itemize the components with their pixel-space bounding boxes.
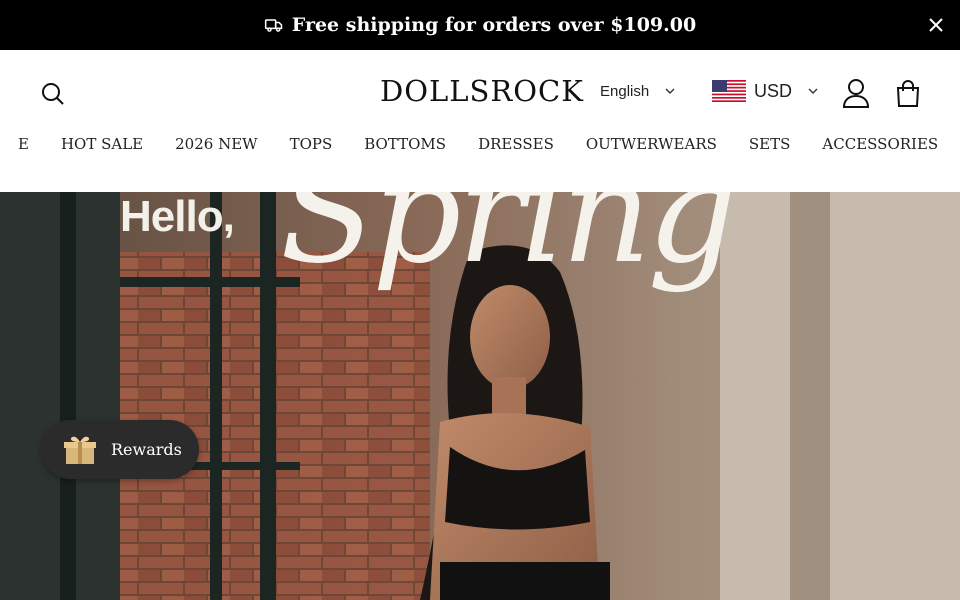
site-header: DOLLSROCK English USD [0, 50, 960, 134]
nav-track: E HOT SALE 2026 NEW TOPS BOTTOMS DRESSES… [18, 134, 960, 154]
nav-item-dresses[interactable]: DRESSES [478, 134, 554, 154]
currency-selector[interactable]: USD [712, 80, 818, 102]
search-icon[interactable] [40, 81, 66, 107]
hero-hello-text: Hello, [120, 192, 235, 241]
language-selector[interactable]: English [600, 83, 675, 100]
nav-item-sets[interactable]: SETS [749, 134, 791, 154]
announcement-text: Free shipping for orders over $109.00 [291, 14, 697, 36]
gift-box-icon [64, 436, 96, 464]
nav-item-bottoms[interactable]: BOTTOMS [364, 134, 446, 154]
currency-label: USD [754, 80, 793, 101]
nav-item[interactable]: E [18, 134, 29, 154]
hero-spring-text: Spring [280, 192, 737, 295]
nav-item-outerwear[interactable]: OUTWERWEARS [586, 134, 717, 154]
rewards-label: Rewards [111, 440, 182, 459]
rewards-button[interactable]: Rewards [41, 420, 199, 479]
us-flag-icon [712, 80, 746, 102]
chevron-down-icon [808, 88, 818, 94]
nav-item-hot-sale[interactable]: HOT SALE [61, 134, 143, 154]
announcement-bar: Free shipping for orders over $109.00 [0, 0, 960, 50]
truck-icon [264, 19, 283, 32]
account-icon[interactable] [842, 78, 870, 108]
brand-logo[interactable]: DOLLSROCK [380, 74, 584, 108]
language-label: English [600, 83, 650, 100]
hero-banner[interactable]: Hello, Spring [0, 192, 960, 600]
main-navigation: E HOT SALE 2026 NEW TOPS BOTTOMS DRESSES… [0, 134, 960, 192]
nav-item-tops[interactable]: TOPS [290, 134, 333, 154]
chevron-down-icon [665, 88, 675, 94]
nav-item-2026-new[interactable]: 2026 NEW [175, 134, 257, 154]
nav-item-accessories[interactable]: ACCESSORIES [822, 134, 938, 154]
cart-icon[interactable] [895, 79, 921, 107]
close-icon[interactable] [926, 15, 946, 35]
announcement-message: Free shipping for orders over $109.00 [264, 14, 696, 36]
